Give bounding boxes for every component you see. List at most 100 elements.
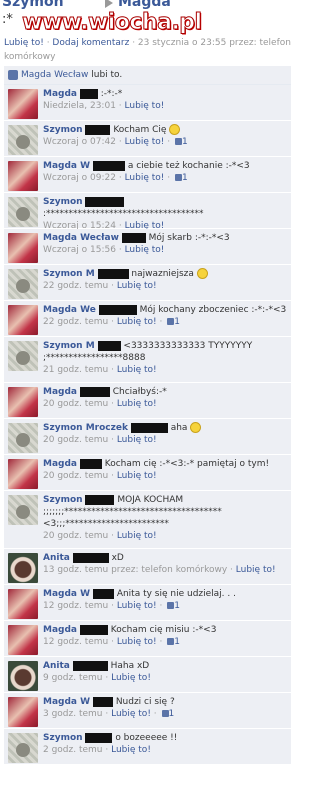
redaction-bar [85,196,125,207]
avatar[interactable] [8,341,38,371]
like-comment-link[interactable]: Lubię to! [117,471,157,481]
like-link[interactable]: Lubię to! [4,38,44,48]
comment-time: Wczoraj o 15:56 [43,245,116,255]
comment-item: Szymon M najwazniejsza 22 godz. temu · L… [4,265,291,301]
like-comment-link[interactable]: Lubię to! [117,637,157,647]
redaction-bar [98,304,137,315]
comment-time: 20 godz. temu [43,471,109,481]
post-actions: Lubię to! · Dodaj komentarz · 23 styczni… [4,38,291,62]
comment-item: Magda :-*:-* Niedziela, 23:01 · Lubię to! [4,85,291,121]
comment-meta: 22 godz. temu · Lubię to! [43,281,157,291]
avatar[interactable] [8,161,38,191]
avatar[interactable] [8,589,38,619]
comment-text: Nudzi ci się ? [115,697,175,707]
like-comment-link[interactable]: Lubię to! [125,101,165,111]
comment-author[interactable]: Szymon [43,733,83,743]
like-comment-link[interactable]: Lubię to! [125,245,165,255]
avatar[interactable] [8,197,38,227]
comment-meta: 3 godz. temu · Lubię to! · 1 [43,709,175,719]
avatar[interactable] [8,387,38,417]
avatar[interactable] [8,305,38,335]
comment-author[interactable]: Magda [43,89,77,99]
comment-author[interactable]: Szymon [43,495,83,505]
likes-summary: Magda Wecław lubi to. [4,66,291,85]
like-comment-link[interactable]: Lubię to! [117,435,157,445]
comment-item: Magda Kocham cię misiu :-*<3 12 godz. tem… [4,621,291,657]
redaction-bar [85,494,115,505]
thumbs-up-icon [174,174,182,181]
comment-text: Kocham cię misiu :-*<3 [110,625,217,635]
comment-meta: 22 godz. temu · Lubię to! · 1 [43,317,180,327]
comment-author[interactable]: Magda [43,459,77,469]
avatar[interactable] [8,495,38,525]
comment-author[interactable]: Magda W [43,589,90,599]
recipient-name[interactable]: Magda [118,0,171,10]
comment-meta: Niedziela, 23:01 · Lubię to! [43,101,165,111]
comment-author[interactable]: Anita [43,661,70,671]
comment-author[interactable]: Magda We [43,305,96,315]
avatar[interactable] [8,553,38,583]
avatar[interactable] [8,89,38,119]
comment-author[interactable]: Szymon M [43,269,95,279]
like-comment-link[interactable]: Lubię to! [125,173,165,183]
like-comment-link[interactable]: Lubię to! [117,281,157,291]
comment-author[interactable]: Magda [43,625,77,635]
like-comment-link[interactable]: Lubię to! [111,745,151,755]
like-count[interactable]: 1 [174,601,180,611]
author-name[interactable]: Szymon [2,0,64,10]
like-comment-link[interactable]: Lubię to! [117,399,157,409]
avatar[interactable] [8,423,38,453]
comment-author[interactable]: Magda W [43,161,90,171]
comment-author[interactable]: Magda Wecław [43,233,119,243]
comment-author[interactable]: Szymon [43,197,83,207]
comment-text: :-*:-* [100,89,123,99]
avatar[interactable] [8,459,38,489]
comment-time: 9 godz. temu [43,673,103,683]
avatar[interactable] [8,733,38,763]
redaction-bar [79,386,110,397]
like-count[interactable]: 1 [182,173,188,183]
redaction-bar [97,340,121,351]
like-comment-link[interactable]: Lubię to! [111,673,151,683]
like-count[interactable]: 1 [182,137,188,147]
comment-author[interactable]: Magda [43,387,77,397]
comment-meta: 20 godz. temu · Lubię to! [43,531,157,541]
avatar[interactable] [8,233,38,263]
avatar[interactable] [8,625,38,655]
avatar[interactable] [8,269,38,299]
comment-author[interactable]: Szymon M [43,341,95,351]
comment-author[interactable]: Anita [43,553,70,563]
like-count[interactable]: 1 [174,637,180,647]
like-count[interactable]: 1 [169,709,175,719]
like-count[interactable]: 1 [174,317,180,327]
comment-text: Anita ty się nie udzielaj. . . [116,589,236,599]
comment-time: 12 godz. temu [43,637,109,647]
comment-author[interactable]: Szymon Mroczek [43,423,128,433]
avatar[interactable] [8,661,38,691]
liker-name[interactable]: Magda Wecław [21,70,88,80]
avatar[interactable] [8,125,38,155]
comment-author[interactable]: Szymon [43,125,83,135]
like-comment-link[interactable]: Lubię to! [236,565,276,575]
comment-meta: Wczoraj o 09:22 · Lubię to! · 1 [43,173,188,183]
like-comment-link[interactable]: Lubię to! [117,531,157,541]
comment-item: Szymon Kocham Cię Wczoraj o 07:42 · Lubi… [4,121,291,157]
comment-meta: 20 godz. temu · Lubię to! [43,399,157,409]
like-comment-link[interactable]: Lubię to! [111,709,151,719]
comment-text: Mój skarb :-*:-*<3 [148,233,230,243]
like-comment-link[interactable]: Lubię to! [117,365,157,375]
add-comment-link[interactable]: Dodaj komentarz [52,38,129,48]
like-comment-link[interactable]: Lubię to! [125,137,165,147]
like-comment-link[interactable]: Lubię to! [117,317,157,327]
comment-text: a ciebie też kochanie :-*<3 [127,161,250,171]
redaction-bar [79,624,108,635]
redaction-bar [79,88,98,99]
comment-text: aha [170,423,188,433]
avatar[interactable] [8,697,38,727]
comment-item: Magda W Nudzi ci się ? 3 godz. temu · Lub… [4,693,291,729]
like-comment-link[interactable]: Lubię to! [117,601,157,611]
comment-meta: Wczoraj o 15:56 · Lubię to! [43,245,165,255]
comment-item: Magda Chciałbyś:-* 20 godz. temu · Lubię … [4,383,291,419]
comment-author[interactable]: Magda W [43,697,90,707]
redaction-bar [92,696,113,707]
